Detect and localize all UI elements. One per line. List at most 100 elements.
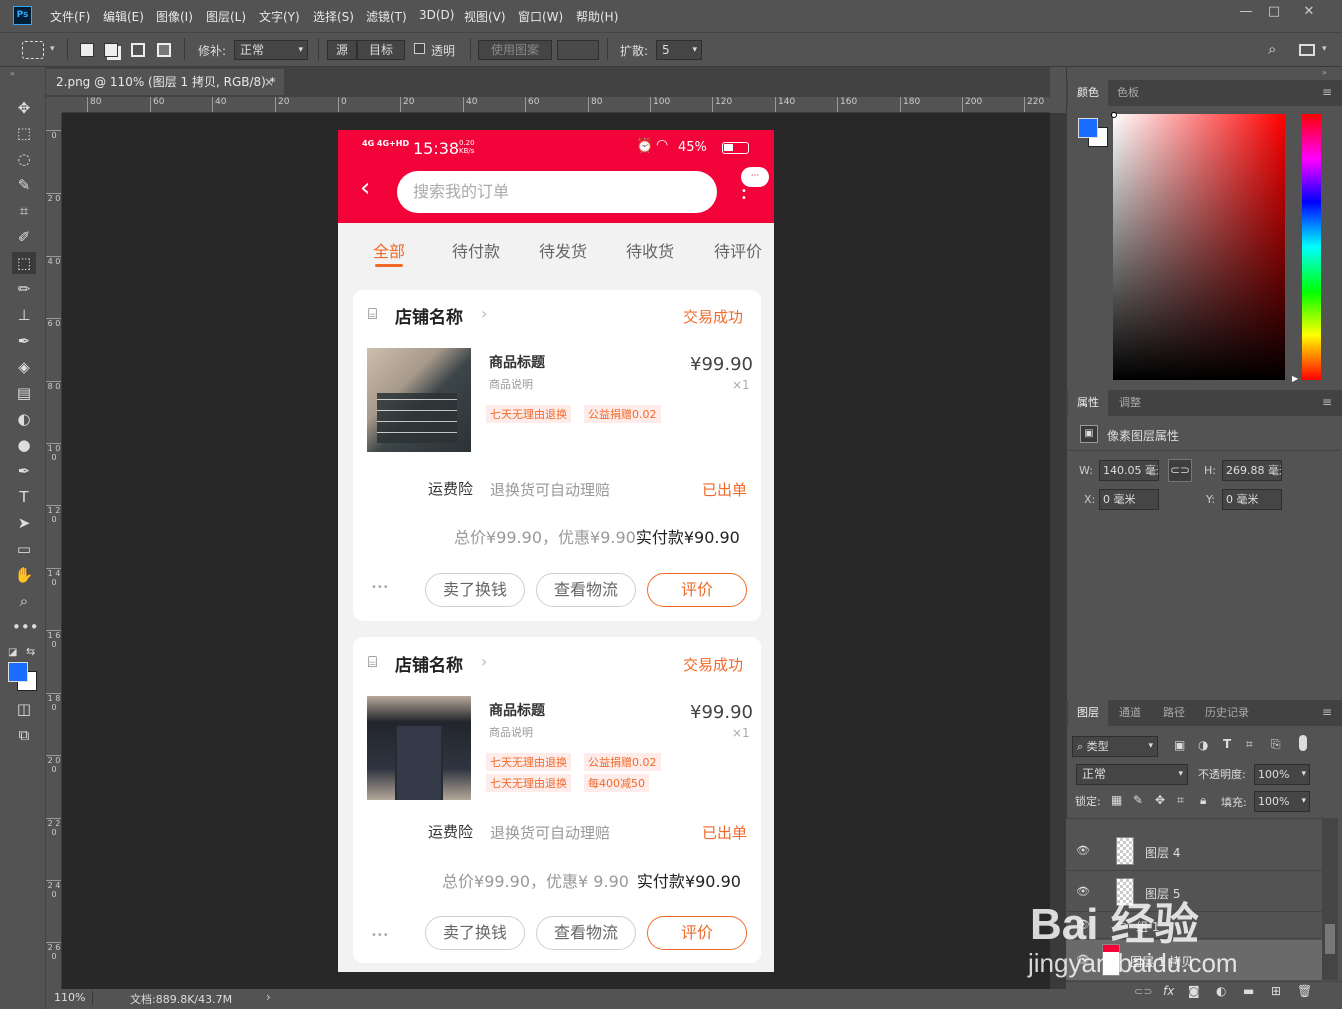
menu-view[interactable]: 视图(V) (464, 8, 506, 25)
menu-help[interactable]: 帮助(H) (576, 8, 618, 25)
brush-tool-icon[interactable]: ✏ (12, 278, 36, 300)
lock-image-icon[interactable]: ✎ (1133, 793, 1143, 807)
shape-filter-icon[interactable]: ⌗ (1246, 737, 1253, 752)
chevron-down-icon[interactable]: ▾ (1322, 44, 1327, 54)
hue-slider[interactable] (1302, 114, 1321, 380)
opacity-field[interactable]: 100% ▾ (1254, 764, 1310, 785)
tab-channels[interactable]: 通道 (1110, 700, 1150, 726)
back-icon[interactable]: ‹ (360, 175, 370, 201)
delete-layer-icon[interactable]: 🗑︎ (1297, 984, 1312, 998)
screen-mode-icon[interactable]: ⧉ (12, 724, 36, 746)
blur-tool-icon[interactable]: ◐ (12, 408, 36, 430)
tab-properties[interactable]: 属性 (1068, 390, 1108, 416)
canvas-scrollbar[interactable] (1050, 113, 1066, 989)
tab-layers[interactable]: 图层 (1068, 700, 1108, 726)
menu-layer[interactable]: 图层(L) (206, 8, 246, 25)
link-layers-icon[interactable]: ⊂⊃ (1134, 985, 1152, 998)
lock-position-icon[interactable]: ✥ (1155, 793, 1165, 807)
panel-menu-icon[interactable]: ≡ (1322, 85, 1332, 99)
menu-image[interactable]: 图像(I) (156, 8, 193, 25)
gradient-tool-icon[interactable]: ▤ (12, 382, 36, 404)
layers-scrollbar[interactable] (1322, 818, 1338, 980)
lock-artboard-icon[interactable]: ⌗ (1177, 793, 1184, 808)
more-actions-icon[interactable]: ••• (371, 582, 389, 593)
more-menu-icon[interactable]: • • (741, 187, 747, 204)
restore-button[interactable]: □ (1263, 4, 1285, 20)
product-title[interactable]: 商品标题 (489, 352, 545, 372)
menu-filter[interactable]: 滤镜(T) (366, 8, 407, 25)
swap-colors-icon[interactable]: ⇆ (26, 645, 35, 658)
lock-all-icon[interactable]: 🔒︎ (1200, 793, 1206, 808)
eye-icon[interactable]: 👁︎ (1076, 844, 1090, 857)
tab-pending-review[interactable]: 待评价 (714, 238, 762, 262)
color-picker-handle[interactable] (1111, 112, 1117, 118)
tab-pending-shipment[interactable]: 待发货 (539, 238, 587, 262)
lasso-tool-icon[interactable]: ◌ (12, 148, 36, 170)
shop-name[interactable]: 店铺名称 (395, 303, 463, 328)
eyedropper-tool-icon[interactable]: ✐ (12, 226, 36, 248)
foreground-color-swatch[interactable] (1078, 118, 1098, 138)
pen-tool-icon[interactable]: ✒ (12, 460, 36, 482)
minimize-button[interactable]: — (1235, 4, 1257, 20)
hand-tool-icon[interactable]: ✋ (12, 564, 36, 586)
patch-tool-preset-icon[interactable] (22, 41, 44, 59)
menu-select[interactable]: 选择(S) (313, 8, 354, 25)
patch-tool-icon[interactable]: ⬚ (12, 252, 36, 274)
tab-pending-receipt[interactable]: 待收货 (626, 238, 674, 262)
source-button[interactable]: 源 (327, 40, 357, 60)
dodge-tool-icon[interactable]: ● (12, 434, 36, 456)
menu-file[interactable]: 文件(F) (50, 8, 90, 25)
sell-button[interactable]: 卖了换钱 (425, 916, 525, 950)
menu-window[interactable]: 窗口(W) (518, 8, 563, 25)
type-tool-icon[interactable]: T (12, 486, 36, 508)
eraser-tool-icon[interactable]: ◈ (12, 356, 36, 378)
chevron-down-icon[interactable]: ▾ (50, 44, 55, 54)
add-selection-icon[interactable] (104, 43, 118, 57)
new-layer-icon[interactable]: ⊞ (1271, 984, 1281, 998)
order-search-input[interactable]: 搜索我的订单 (397, 171, 717, 213)
logistics-button[interactable]: 查看物流 (536, 916, 636, 950)
width-field[interactable]: 140.05 毫米 (1099, 460, 1159, 481)
new-group-icon[interactable]: ▬ (1243, 984, 1254, 998)
transparent-checkbox[interactable] (414, 43, 425, 54)
x-field[interactable]: 0 毫米 (1099, 489, 1159, 510)
layer-filter-select[interactable]: ⌕ 类型 ▾ (1072, 736, 1158, 757)
fx-icon[interactable]: fx (1163, 984, 1174, 998)
message-icon[interactable]: ··· (741, 167, 769, 187)
filter-toggle[interactable] (1299, 735, 1307, 751)
intersect-selection-icon[interactable] (157, 43, 171, 57)
color-field[interactable] (1113, 114, 1285, 380)
quick-mask-icon[interactable]: ◫ (12, 698, 36, 720)
menu-3d[interactable]: 3D(D) (419, 8, 454, 22)
tab-history[interactable]: 历史记录 (1196, 700, 1258, 726)
quick-selection-tool-icon[interactable]: ✎ (12, 174, 36, 196)
layer-name[interactable]: 图层 4 (1145, 844, 1180, 861)
more-actions-icon[interactable]: ••• (371, 930, 389, 941)
diffuse-select[interactable]: 5 ▾ (656, 40, 702, 60)
blend-mode-select[interactable]: 正常 ▾ (1076, 764, 1188, 785)
move-tool-icon[interactable]: ✥ (12, 97, 36, 119)
tab-paths[interactable]: 路径 (1154, 700, 1194, 726)
product-image-bedding[interactable] (367, 348, 471, 452)
default-colors-icon[interactable]: ◪ (8, 647, 17, 658)
history-brush-tool-icon[interactable]: ✒ (12, 330, 36, 352)
search-icon[interactable]: ⌕ (1268, 40, 1276, 58)
adjustment-layer-icon[interactable]: ◐ (1216, 984, 1226, 998)
subtract-selection-icon[interactable] (131, 43, 145, 57)
fill-field[interactable]: 100% ▾ (1254, 791, 1310, 812)
document-image[interactable]: 4G 4G+HD 15:38 0.20 KB/s ⏰ ◠ 45% ‹ 搜索我的订… (338, 130, 774, 972)
adjustment-filter-icon[interactable]: ◑ (1198, 738, 1208, 752)
zoom-tool-icon[interactable]: ⌕ (12, 590, 36, 612)
tab-adjustments[interactable]: 调整 (1110, 390, 1150, 416)
collapse-icon[interactable]: » (1322, 68, 1327, 77)
scroll-thumb[interactable] (1325, 924, 1335, 954)
lock-transparent-icon[interactable]: ▦ (1111, 793, 1122, 807)
shop-name[interactable]: 店铺名称 (395, 651, 463, 676)
panel-menu-icon[interactable]: ≡ (1322, 395, 1332, 409)
review-button[interactable]: 评价 (647, 573, 747, 607)
type-filter-icon[interactable]: T (1223, 737, 1231, 751)
height-field[interactable]: 269.88 毫米 (1222, 460, 1282, 481)
menu-type[interactable]: 文字(Y) (259, 8, 300, 25)
rectangle-tool-icon[interactable]: ▭ (12, 538, 36, 560)
pixel-filter-icon[interactable]: ▣ (1174, 738, 1185, 752)
